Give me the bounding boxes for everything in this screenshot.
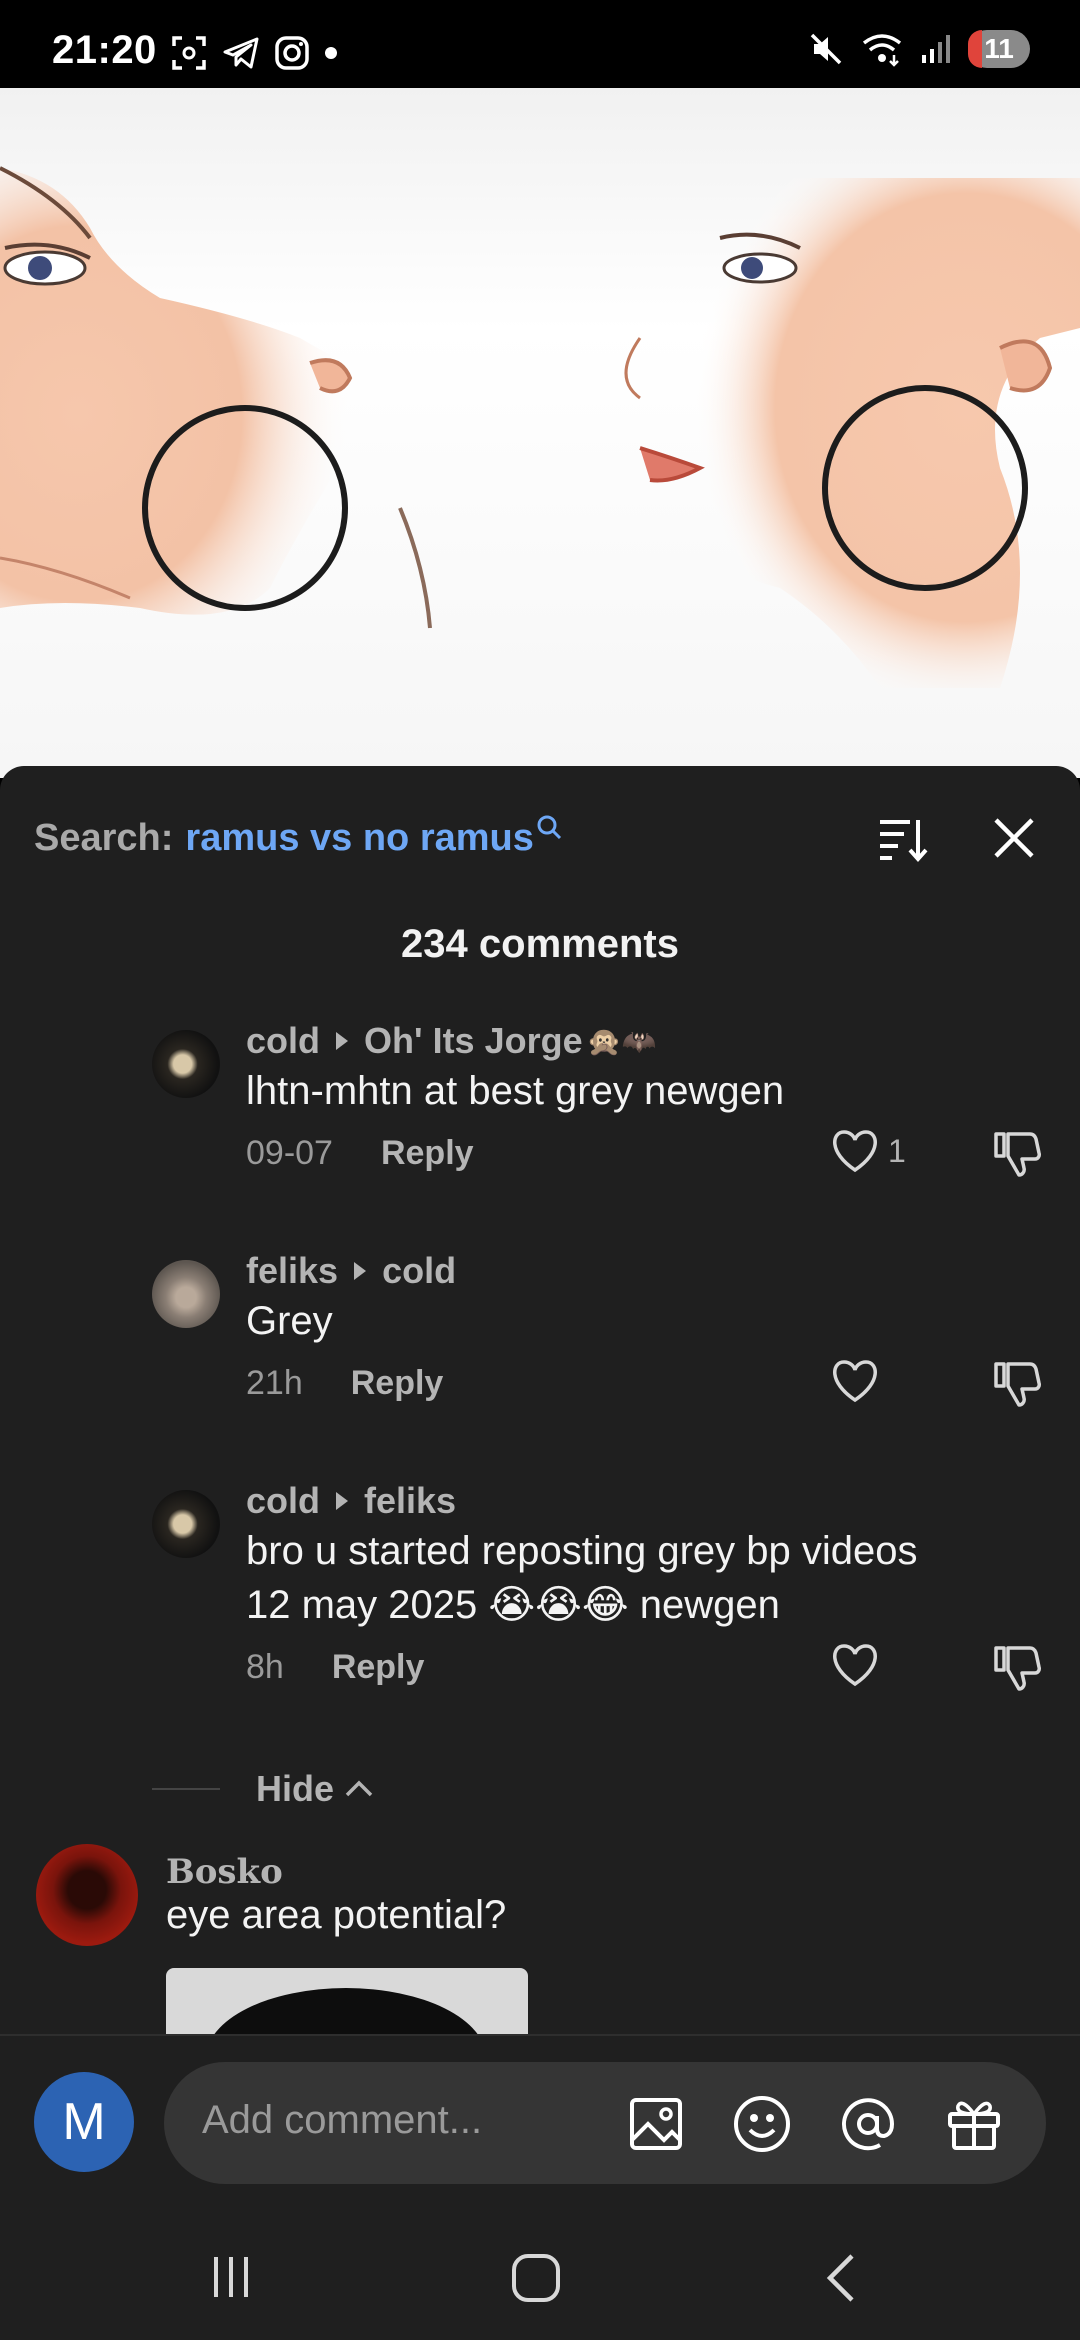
like-count: 1: [888, 1132, 906, 1169]
dot-icon: [325, 47, 337, 59]
sort-icon[interactable]: [874, 810, 930, 866]
comment-input-bar: M Add comment...: [0, 2034, 1080, 2214]
reply-to-user[interactable]: feliks: [364, 1480, 456, 1522]
avatar[interactable]: [152, 1030, 220, 1098]
signal-icon: [922, 35, 950, 63]
add-comment-field[interactable]: Add comment...: [164, 2062, 1046, 2184]
comment-author[interactable]: cold: [246, 1480, 320, 1522]
status-icons-right: 11: [808, 30, 1030, 68]
heart-icon: [833, 1644, 877, 1687]
comment-meta: 8h Reply: [246, 1648, 424, 1687]
dislike-icon[interactable]: [990, 1356, 1042, 1408]
search-term-link[interactable]: ramus vs no ramus: [185, 817, 533, 860]
status-icons-left: [170, 34, 338, 72]
face-comparison-illustration: [0, 166, 1080, 688]
comment-text: Grey: [246, 1299, 333, 1343]
avatar[interactable]: [152, 1490, 220, 1558]
telegram-icon: [223, 37, 259, 69]
comment-author[interactable]: Bosko: [166, 1852, 283, 1892]
battery-level: 11: [984, 33, 1014, 64]
comment-time: 09-07: [246, 1134, 333, 1172]
comment-text-line-2: 12 may 2025 😭😭😂 newgen: [246, 1583, 780, 1627]
hide-replies-button[interactable]: Hide: [152, 1768, 376, 1810]
comment-time: 8h: [246, 1648, 284, 1686]
divider: [152, 1788, 220, 1790]
emoji-icon[interactable]: [730, 2092, 794, 2156]
like-button[interactable]: 1: [830, 1128, 906, 1174]
instagram-icon: [275, 36, 309, 70]
heart-icon: [833, 1360, 877, 1403]
comment-meta: 21h Reply: [246, 1364, 443, 1403]
comment-author[interactable]: cold: [246, 1020, 320, 1062]
search-icon[interactable]: [536, 814, 562, 840]
hide-label: Hide: [256, 1768, 335, 1809]
reply-to-user[interactable]: Oh' Its Jorge: [364, 1020, 583, 1062]
system-nav-bar: [0, 2214, 1080, 2340]
comment-count: 234 comments: [401, 922, 679, 966]
dislike-icon[interactable]: [990, 1640, 1042, 1692]
reply-arrow-icon: [354, 1262, 367, 1280]
reply-arrow-icon: [336, 1492, 349, 1510]
reply-to-emoji: 🙊🦇: [586, 1025, 657, 1057]
heart-icon: [833, 1130, 877, 1173]
comment-attached-image[interactable]: [166, 1968, 528, 2036]
back-icon[interactable]: [818, 2252, 864, 2304]
home-icon[interactable]: [510, 2252, 562, 2304]
reply-button[interactable]: Reply: [351, 1364, 444, 1403]
comment-meta: 09-07 Reply: [246, 1134, 474, 1173]
video-preview[interactable]: [0, 88, 1080, 778]
comment-text: eye area potential?: [166, 1893, 507, 1937]
comment-time: 21h: [246, 1364, 303, 1402]
comments-sheet: Search: ramus vs no ramus 234 comments c…: [0, 766, 1080, 2036]
status-time: 21:20: [52, 28, 157, 72]
chevron-up-icon: [345, 1780, 373, 1797]
comment-header: cold feliks: [246, 1480, 456, 1522]
image-icon[interactable]: [624, 2092, 688, 2156]
reply-arrow-icon: [336, 1032, 349, 1050]
reply-button[interactable]: Reply: [332, 1648, 425, 1687]
screenshot-icon: [172, 36, 206, 70]
like-button[interactable]: [830, 1642, 888, 1688]
search-label: Search:: [34, 816, 174, 859]
status-bar: 21:20 11: [0, 0, 1080, 88]
reply-button[interactable]: Reply: [381, 1134, 474, 1173]
add-comment-placeholder: Add comment...: [202, 2098, 483, 2142]
mute-icon: [810, 33, 842, 65]
comment-author[interactable]: feliks: [246, 1250, 338, 1292]
user-avatar[interactable]: M: [34, 2072, 134, 2172]
avatar[interactable]: [36, 1844, 138, 1946]
dislike-icon[interactable]: [990, 1126, 1042, 1178]
like-button[interactable]: [830, 1358, 888, 1404]
comment-header: feliks cold: [246, 1250, 456, 1292]
wifi-icon: [862, 34, 902, 67]
comment-text-line-1: bro u started reposting grey bp videos: [246, 1529, 918, 1573]
close-icon[interactable]: [986, 810, 1042, 866]
avatar[interactable]: [152, 1260, 220, 1328]
comment-text: lhtn-mhtn at best grey newgen: [246, 1069, 785, 1113]
recent-apps-icon[interactable]: [206, 2252, 256, 2302]
battery-icon: 11: [968, 30, 1030, 68]
reply-to-user[interactable]: cold: [382, 1250, 456, 1292]
image-silhouette: [206, 1988, 486, 2036]
gift-icon[interactable]: [942, 2092, 1006, 2156]
mention-icon[interactable]: [836, 2092, 900, 2156]
comment-header: cold Oh' Its Jorge 🙊🦇: [246, 1020, 656, 1062]
